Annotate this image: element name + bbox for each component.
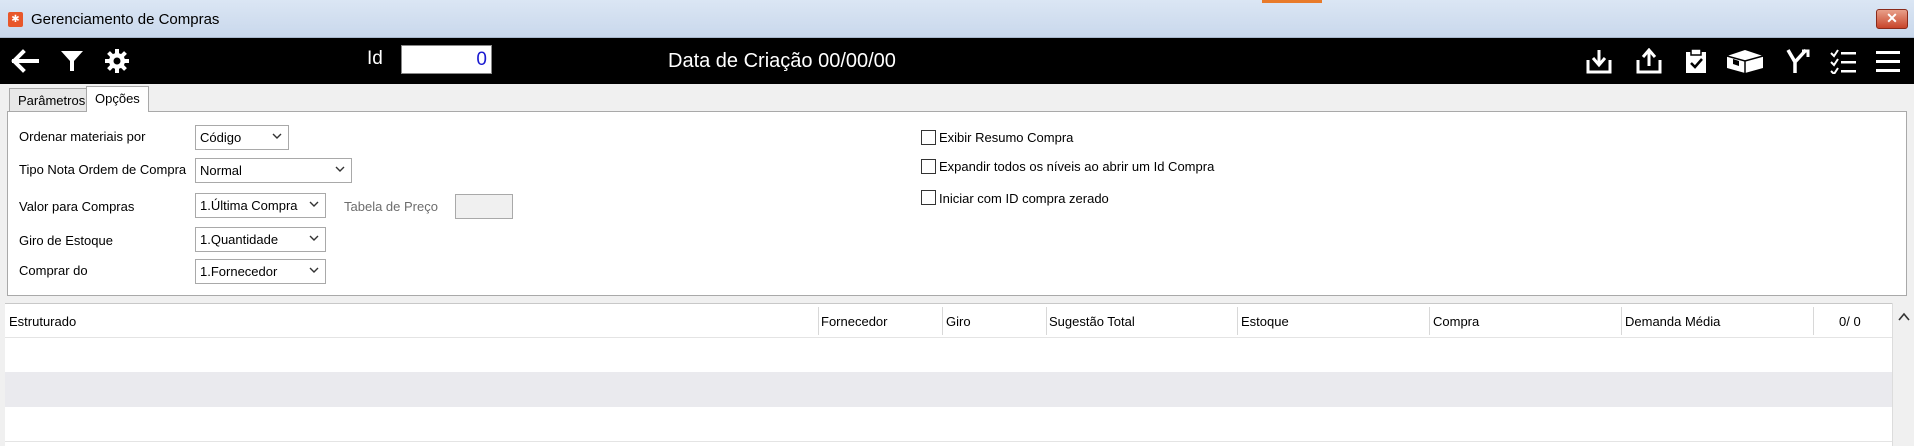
column-header[interactable]: Sugestão Total bbox=[1049, 314, 1135, 329]
column-divider bbox=[1237, 307, 1238, 335]
filter-icon[interactable] bbox=[57, 47, 87, 75]
tab-opcoes[interactable]: Opções bbox=[86, 86, 149, 112]
valor-value: 1.Última Compra bbox=[200, 198, 298, 213]
tabela-preco-label: Tabela de Preço bbox=[344, 199, 438, 214]
export-icon[interactable] bbox=[1634, 47, 1664, 75]
app-icon: ✱ bbox=[8, 12, 23, 27]
vertical-scrollbar[interactable] bbox=[1892, 303, 1914, 446]
chevron-down-icon bbox=[309, 235, 319, 241]
tipo-nota-select[interactable]: Normal bbox=[195, 158, 352, 183]
column-divider bbox=[1046, 307, 1047, 335]
title-accent bbox=[1262, 0, 1322, 3]
import-icon[interactable] bbox=[1584, 47, 1614, 75]
clipboard-icon[interactable] bbox=[1681, 47, 1711, 75]
close-button[interactable]: ✕ bbox=[1876, 9, 1908, 29]
comprar-select[interactable]: 1.Fornecedor bbox=[195, 259, 326, 284]
chevron-down-icon bbox=[335, 166, 345, 172]
purchase-grid: Estruturado Fornecedor Giro Sugestão Tot… bbox=[5, 303, 1892, 446]
column-divider bbox=[942, 307, 943, 335]
chevron-up-icon[interactable] bbox=[1897, 311, 1911, 323]
tipo-nota-value: Normal bbox=[200, 163, 242, 178]
id-label: Id bbox=[367, 48, 383, 69]
column-header[interactable]: Demanda Média bbox=[1625, 314, 1720, 329]
ordenar-value: Código bbox=[200, 130, 242, 145]
column-divider bbox=[1813, 307, 1814, 335]
options-panel: Ordenar materiais por Código Tipo Nota O… bbox=[7, 111, 1907, 296]
id-input[interactable]: 0 bbox=[401, 45, 492, 74]
column-header[interactable]: Estoque bbox=[1241, 314, 1289, 329]
expandir-niveis-checkbox[interactable] bbox=[921, 159, 936, 174]
column-divider bbox=[818, 307, 819, 335]
table-row[interactable] bbox=[5, 372, 1892, 407]
title-bar: ✱ Gerenciamento de Compras ✕ bbox=[0, 0, 1914, 38]
column-header[interactable]: Giro bbox=[946, 314, 971, 329]
window-title: Gerenciamento de Compras bbox=[31, 11, 220, 28]
column-divider bbox=[1429, 307, 1430, 335]
giro-select[interactable]: 1.Quantidade bbox=[195, 227, 326, 252]
row-divider bbox=[5, 441, 1892, 442]
gear-icon[interactable] bbox=[102, 47, 132, 75]
menu-icon[interactable] bbox=[1873, 47, 1903, 75]
chevron-down-icon bbox=[309, 201, 319, 207]
column-divider bbox=[1621, 307, 1622, 335]
column-header[interactable]: Estruturado bbox=[9, 314, 76, 329]
column-header[interactable]: Compra bbox=[1433, 314, 1479, 329]
chevron-down-icon bbox=[309, 267, 319, 273]
tab-parametros[interactable]: Parâmetros bbox=[9, 88, 95, 111]
chevron-down-icon bbox=[272, 133, 282, 139]
column-header[interactable]: Fornecedor bbox=[821, 314, 887, 329]
toolbar: Id 0 Data de Criação 00/00/00 bbox=[0, 38, 1914, 84]
ordenar-label: Ordenar materiais por bbox=[19, 129, 146, 144]
giro-value: 1.Quantidade bbox=[200, 232, 279, 247]
tipo-nota-label: Tipo Nota Ordem de Compra bbox=[19, 162, 187, 177]
exibir-resumo-checkbox[interactable] bbox=[921, 130, 936, 145]
header-divider bbox=[5, 337, 1892, 338]
ordenar-select[interactable]: Código bbox=[195, 125, 289, 150]
back-arrow-icon[interactable] bbox=[10, 47, 40, 75]
giro-label: Giro de Estoque bbox=[19, 233, 113, 248]
comprar-value: 1.Fornecedor bbox=[200, 264, 278, 279]
comprar-label: Comprar do bbox=[19, 263, 88, 278]
tabela-preco-field[interactable] bbox=[455, 194, 513, 219]
valor-select[interactable]: 1.Última Compra bbox=[195, 193, 326, 218]
expandir-niveis-label: Expandir todos os níveis ao abrir um Id … bbox=[939, 159, 1215, 174]
valor-label: Valor para Compras bbox=[19, 199, 135, 214]
iniciar-zerado-checkbox[interactable] bbox=[921, 190, 936, 205]
package-icon[interactable] bbox=[1725, 47, 1765, 75]
fork-icon[interactable] bbox=[1782, 47, 1812, 75]
iniciar-zerado-label: Iniciar com ID compra zerado bbox=[939, 191, 1109, 206]
row-counter: 0/ 0 bbox=[1839, 314, 1861, 329]
exibir-resumo-label: Exibir Resumo Compra bbox=[939, 130, 1074, 145]
checklist-icon[interactable] bbox=[1828, 47, 1858, 75]
creation-date-label: Data de Criação 00/00/00 bbox=[668, 50, 896, 72]
